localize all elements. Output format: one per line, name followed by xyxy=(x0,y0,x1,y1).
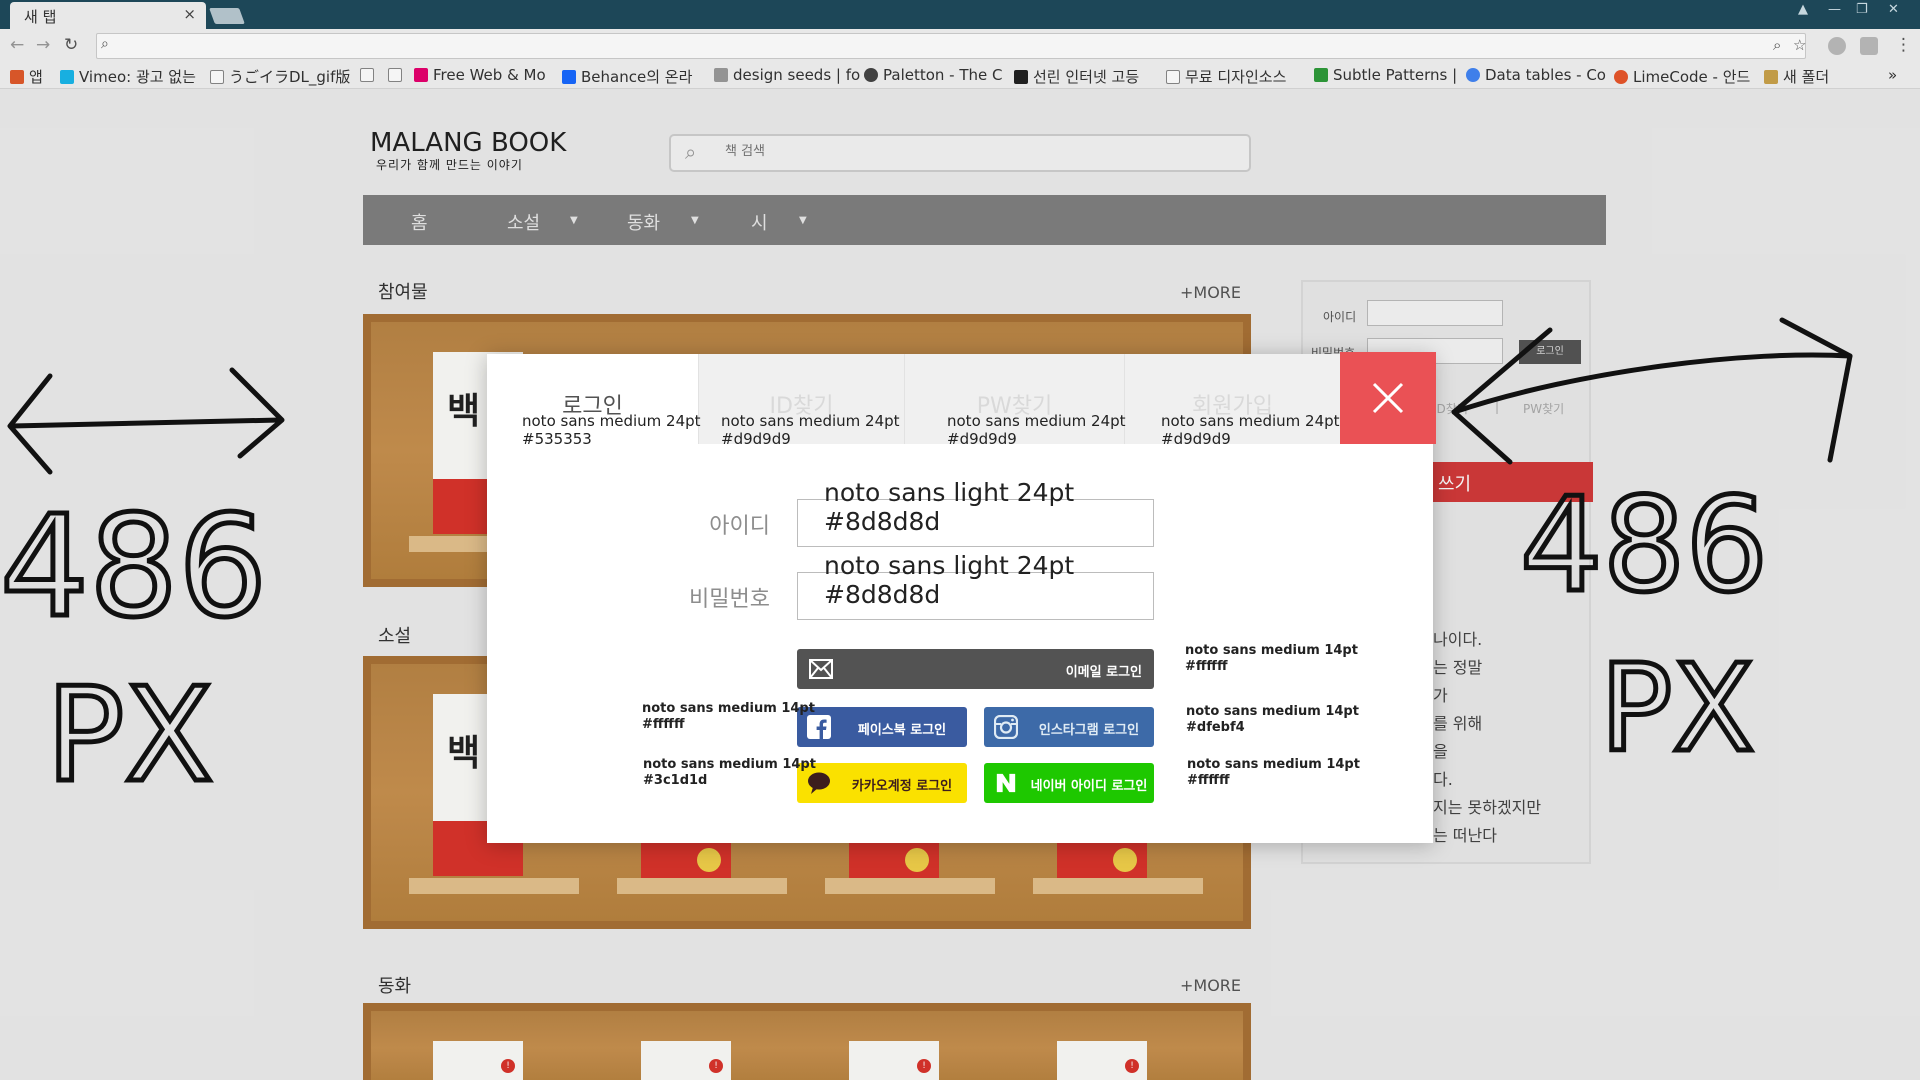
tab-find-id-spec-note: noto sans medium 24pt #d9d9d9 xyxy=(721,412,900,448)
modal-close-button[interactable] xyxy=(1340,352,1436,444)
naver-login-button[interactable]: 네이버 아이디 로그인 xyxy=(984,763,1154,803)
naver-login-label: 네이버 아이디 로그인 xyxy=(1030,779,1148,794)
email-login-label: 이메일 로그인 xyxy=(1065,665,1142,680)
naver-icon xyxy=(996,773,1016,793)
naver-button-spec-note: noto sans medium 14pt #ffffff xyxy=(1187,757,1360,788)
close-icon xyxy=(1372,382,1404,414)
tab-find-pw-spec-note: noto sans medium 24pt #d9d9d9 xyxy=(947,412,1126,448)
facebook-login-button[interactable]: 페이스북 로그인 xyxy=(797,707,967,747)
id-field-label: 아이디 xyxy=(709,514,770,539)
instagram-icon xyxy=(994,715,1018,739)
pw-field-label: 비밀번호 xyxy=(689,587,770,612)
kakao-login-button[interactable]: 카카오계정 로그인 xyxy=(797,763,967,803)
instagram-button-spec-note: noto sans medium 14pt #dfebf4 xyxy=(1186,704,1359,735)
envelope-icon xyxy=(809,659,833,679)
id-field[interactable]: noto sans light 24pt #8d8d8d xyxy=(797,478,1154,547)
kakao-login-label: 카카오계정 로그인 xyxy=(851,779,953,794)
kakao-button-spec-note: noto sans medium 14pt #3c1d1d xyxy=(643,757,816,788)
email-login-button[interactable]: 이메일 로그인 xyxy=(797,649,1154,689)
id-field-spec-note: noto sans light 24pt #8d8d8d xyxy=(824,478,1075,536)
facebook-login-label: 페이스북 로그인 xyxy=(857,723,947,738)
pw-field-spec-note: noto sans light 24pt #8d8d8d xyxy=(824,551,1075,609)
pw-field[interactable]: noto sans light 24pt #8d8d8d xyxy=(797,551,1154,620)
facebook-button-spec-note: noto sans medium 14pt #ffffff xyxy=(642,701,815,732)
instagram-login-button[interactable]: 인스타그램 로그인 xyxy=(984,707,1154,747)
tab-login-spec-note: noto sans medium 24pt #535353 xyxy=(522,412,701,448)
email-button-spec-note: noto sans medium 14pt #ffffff xyxy=(1185,643,1358,674)
instagram-login-label: 인스타그램 로그인 xyxy=(1038,723,1140,738)
tab-signup-spec-note: noto sans medium 24pt #d9d9d9 xyxy=(1161,412,1340,448)
